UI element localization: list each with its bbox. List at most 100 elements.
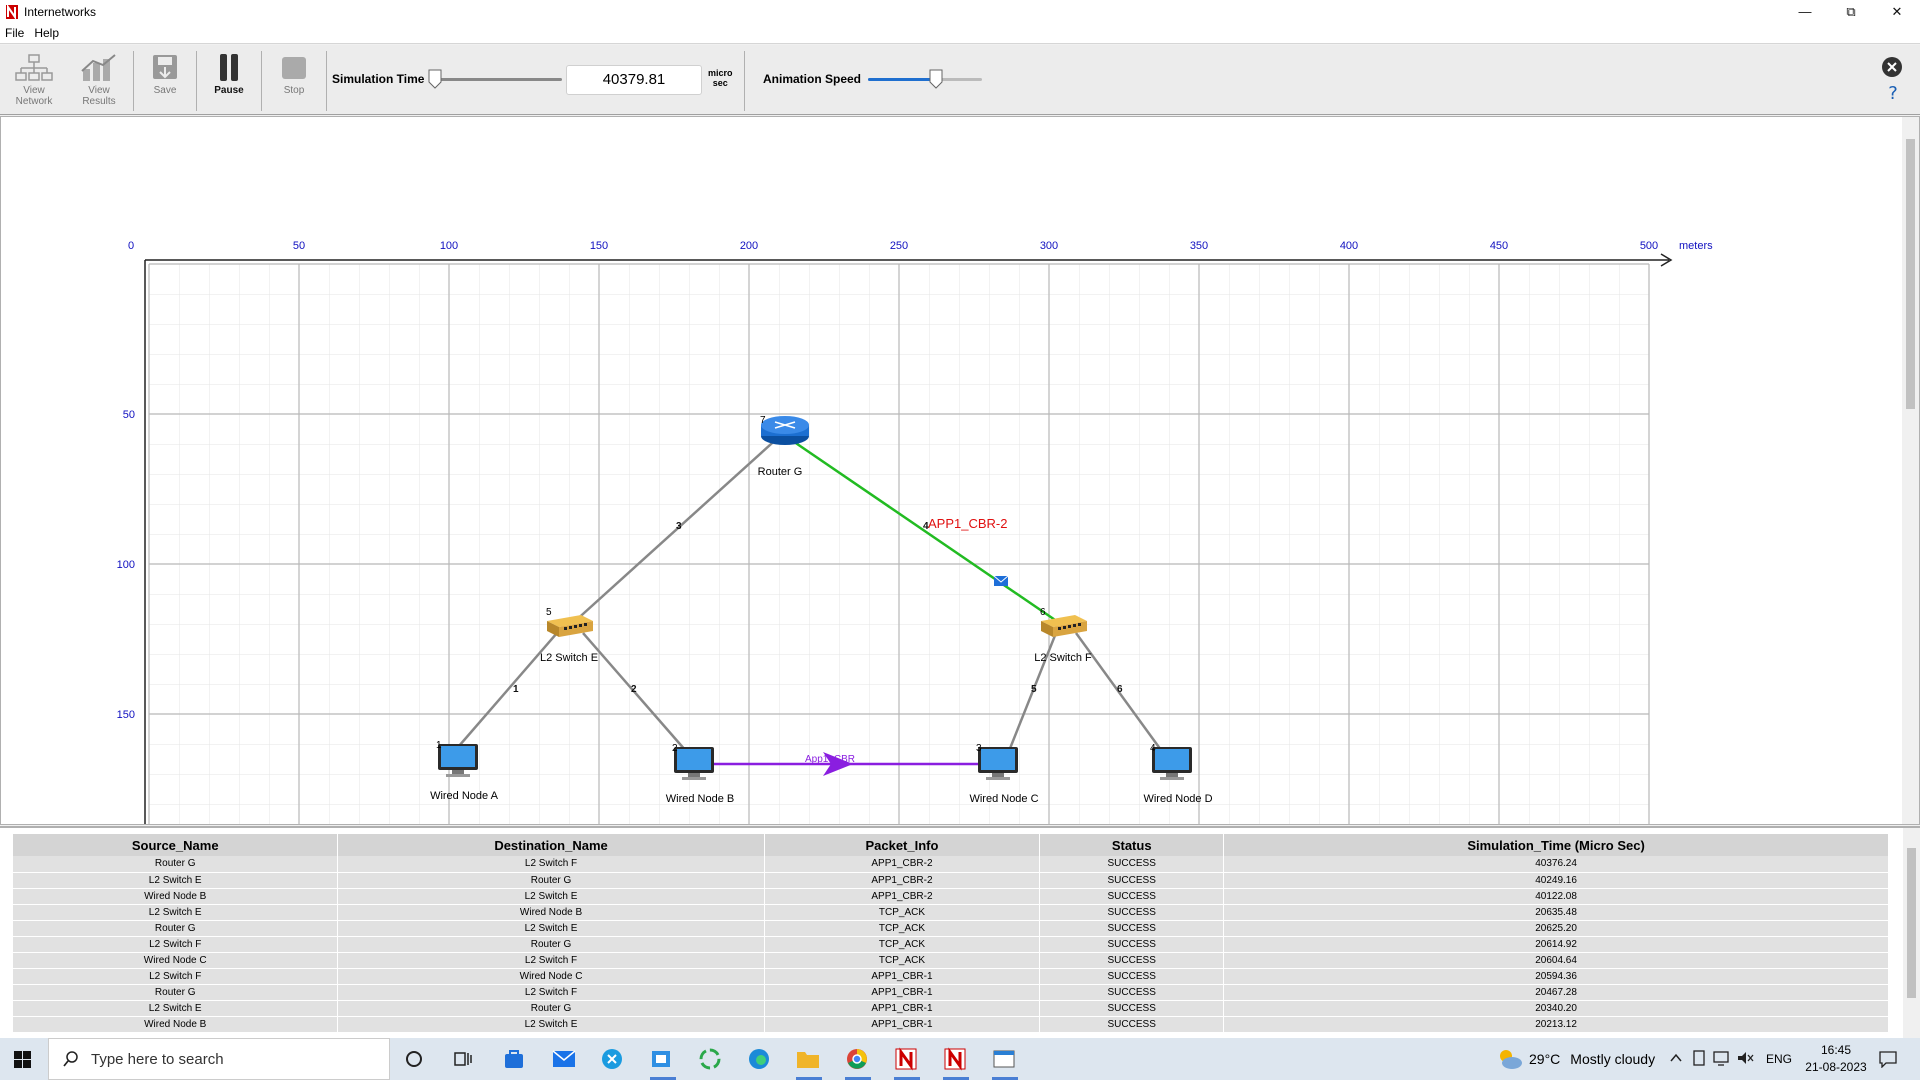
table-cell: APP1_CBR-2 bbox=[764, 888, 1041, 905]
y-tick-label: 150 bbox=[117, 709, 135, 721]
table-row[interactable]: L2 Switch F Router G TCP_ACK SUCCESS 20614.9… bbox=[13, 936, 1889, 953]
table-row[interactable]: Router G L2 Switch F APP1_CBR-1 SUCCESS 2046… bbox=[13, 984, 1889, 1001]
file-explorer-icon[interactable] bbox=[796, 1048, 820, 1070]
scrollbar-thumb[interactable] bbox=[1906, 139, 1915, 409]
node-label: L2 Switch E bbox=[540, 652, 598, 664]
view-results-button[interactable]: View Results bbox=[68, 53, 130, 111]
taskbar-search-box[interactable]: Type here to search bbox=[48, 1038, 390, 1080]
table-cell: L2 Switch F bbox=[337, 952, 765, 969]
table-cell: Wired Node C bbox=[13, 952, 339, 969]
store-icon[interactable] bbox=[503, 1048, 525, 1070]
notifications-icon[interactable] bbox=[1878, 1050, 1898, 1068]
table-cell: TCP_ACK bbox=[764, 904, 1041, 921]
table-cell: APP1_CBR-2 bbox=[764, 872, 1041, 889]
network-canvas[interactable]: 0 50 100 150 200 250 300 350 400 450 500 meters 50… bbox=[0, 116, 1920, 825]
packet-trace-table: Source_Name Destination_Name Packet_Info St… bbox=[13, 834, 1889, 1033]
table-cell: 20467.28 bbox=[1223, 984, 1889, 1001]
table-row[interactable]: Wired Node B L2 Switch E APP1_CBR-2 SUCCESS… bbox=[13, 888, 1889, 905]
canvas-vertical-scrollbar[interactable] bbox=[1902, 117, 1919, 824]
clock-date: 21-08-2023 bbox=[1805, 1060, 1867, 1074]
link-number: 5 bbox=[1031, 684, 1037, 695]
menu-file[interactable]: File bbox=[0, 26, 29, 40]
table-cell: L2 Switch F bbox=[13, 936, 339, 953]
table-cell: APP1_CBR-1 bbox=[764, 1000, 1041, 1017]
table-header-row: Source_Name Destination_Name Packet_Info St… bbox=[13, 834, 1889, 856]
help-icon[interactable]: ? bbox=[1884, 83, 1902, 105]
table-row[interactable]: L2 Switch E Router G APP1_CBR-1 SUCCESS 2034… bbox=[13, 1000, 1889, 1017]
simulation-time-unit: micro sec bbox=[708, 68, 733, 88]
stop-button[interactable]: Stop bbox=[263, 53, 325, 111]
table-row[interactable]: Wired Node B L2 Switch E APP1_CBR-1 SUCCESS… bbox=[13, 1016, 1889, 1033]
sync-icon[interactable] bbox=[698, 1047, 722, 1071]
table-cell: L2 Switch E bbox=[13, 872, 339, 889]
column-header[interactable]: Packet_Info bbox=[764, 834, 1041, 856]
windows-taskbar: Type here to search 29°C Mostly cloudy E… bbox=[0, 1038, 1920, 1080]
close-window-button[interactable]: ✕ bbox=[1874, 0, 1920, 23]
y-tick-label: 50 bbox=[123, 409, 135, 421]
column-header[interactable]: Source_Name bbox=[13, 834, 339, 856]
node-label: Wired Node D bbox=[1143, 793, 1212, 805]
netsim-app-icon[interactable] bbox=[894, 1047, 918, 1071]
volume-muted-icon[interactable] bbox=[1736, 1050, 1754, 1066]
table-cell: SUCCESS bbox=[1039, 888, 1225, 905]
app-window-icon[interactable] bbox=[650, 1048, 672, 1070]
chevron-up-icon[interactable] bbox=[1670, 1053, 1682, 1063]
windows-start-icon[interactable] bbox=[14, 1051, 31, 1068]
stop-icon bbox=[282, 57, 306, 79]
network-diagram[interactable]: 0 50 100 150 200 250 300 350 400 450 500 meters 50… bbox=[1, 117, 1904, 824]
y-tick-label: 100 bbox=[117, 559, 135, 571]
column-header[interactable]: Status bbox=[1039, 834, 1225, 856]
pause-icon bbox=[220, 54, 238, 81]
close-panel-icon[interactable] bbox=[1881, 56, 1903, 78]
task-view-icon[interactable] bbox=[454, 1050, 472, 1068]
x-tick-label: 500 bbox=[1640, 240, 1658, 252]
table-cell: APP1_CBR-1 bbox=[764, 1016, 1041, 1033]
input-language[interactable]: ENG bbox=[1766, 1038, 1792, 1080]
view-network-button[interactable]: View Network bbox=[3, 53, 65, 111]
pause-button[interactable]: Pause bbox=[198, 53, 260, 111]
mail-icon[interactable] bbox=[552, 1048, 576, 1070]
table-cell: Wired Node B bbox=[13, 1016, 339, 1033]
window-app-icon[interactable] bbox=[992, 1047, 1016, 1071]
table-row[interactable]: Wired Node C L2 Switch F TCP_ACK SUCCESS 206… bbox=[13, 952, 1889, 969]
device-icon[interactable] bbox=[1692, 1050, 1706, 1068]
link-number: 2 bbox=[631, 684, 637, 695]
node-label: Wired Node A bbox=[430, 790, 499, 802]
table-row[interactable]: L2 Switch F Wired Node C APP1_CBR-1 SUCCESS… bbox=[13, 968, 1889, 985]
menu-help[interactable]: Help bbox=[29, 26, 64, 40]
y-axis-ticks: 50 100 150 bbox=[117, 409, 135, 721]
table-cell: Router G bbox=[337, 1000, 765, 1017]
animation-speed-slider-thumb[interactable] bbox=[929, 69, 943, 89]
simulation-time-slider-thumb[interactable] bbox=[428, 69, 442, 89]
edge-browser-icon[interactable] bbox=[747, 1047, 771, 1071]
table-cell: Wired Node C bbox=[337, 968, 765, 985]
network-status-icon[interactable] bbox=[1712, 1050, 1730, 1066]
packet-envelope-icon bbox=[993, 575, 1009, 586]
view-network-label: View Network bbox=[15, 85, 53, 107]
scrollbar-thumb[interactable] bbox=[1907, 848, 1916, 998]
netsim-app-icon[interactable] bbox=[943, 1047, 967, 1071]
table-row[interactable]: Router G L2 Switch E TCP_ACK SUCCESS 20625.2… bbox=[13, 920, 1889, 937]
restore-button[interactable]: ⧉ bbox=[1828, 0, 1874, 23]
weather-widget[interactable]: 29°C Mostly cloudy bbox=[1497, 1038, 1655, 1080]
table-cell: Router G bbox=[337, 936, 765, 953]
save-button[interactable]: Save bbox=[134, 53, 196, 111]
x-axis-unit: meters bbox=[1679, 240, 1713, 252]
toolbar-divider bbox=[326, 51, 327, 111]
table-cell: 40376.24 bbox=[1223, 856, 1889, 873]
column-header[interactable]: Simulation_Time (Micro Sec) bbox=[1223, 834, 1889, 856]
simulation-time-slider[interactable] bbox=[436, 78, 562, 81]
clock[interactable]: 16:45 21-08-2023 bbox=[1800, 1042, 1872, 1076]
table-row[interactable]: L2 Switch E Router G APP1_CBR-2 SUCCESS 4024… bbox=[13, 872, 1889, 889]
table-cell: 40122.08 bbox=[1223, 888, 1889, 905]
table-row[interactable]: L2 Switch E Wired Node B TCP_ACK SUCCESS 206… bbox=[13, 904, 1889, 921]
chrome-icon[interactable] bbox=[845, 1047, 869, 1071]
skype-icon[interactable] bbox=[600, 1047, 624, 1071]
column-header[interactable]: Destination_Name bbox=[337, 834, 765, 856]
cortana-icon[interactable] bbox=[405, 1050, 423, 1068]
table-row[interactable]: Router G L2 Switch F APP1_CBR-2 SUCCESS 4037… bbox=[13, 856, 1889, 873]
node-number: 2 bbox=[672, 743, 678, 754]
minimize-button[interactable]: — bbox=[1782, 0, 1828, 23]
toolbar: View Network View Results Save Pause Sto… bbox=[0, 45, 1920, 115]
table-vertical-scrollbar[interactable] bbox=[1903, 828, 1920, 1038]
